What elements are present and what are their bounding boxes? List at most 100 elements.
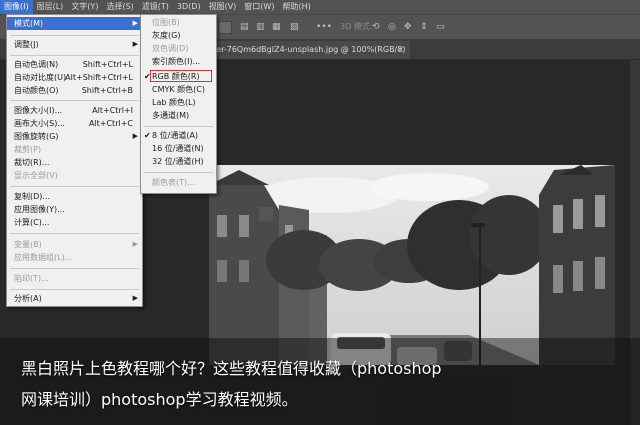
menu-item-analysis[interactable]: 分析(A) ▶ (7, 292, 142, 305)
mode-duotone-label: 双色调(D) (152, 44, 189, 53)
align-middle-icon[interactable]: ▥ (256, 21, 265, 33)
menu-separator (10, 289, 139, 290)
mode-duotone: 双色调(D) (141, 42, 216, 55)
mode-multichannel[interactable]: 多通道(M) (141, 109, 216, 122)
menu-item-auto-contrast-label: 自动对比度(U) (14, 73, 67, 82)
menu-item-auto-color-label: 自动颜色(O) (14, 86, 59, 95)
caption-line-1: 黑白照片上色教程哪个好？这些教程值得收藏（photoshop (21, 359, 442, 378)
mode-16bit[interactable]: 16 位/通道(N) (141, 142, 216, 155)
chevron-right-icon: ▶ (132, 40, 138, 48)
3d-slide-icon[interactable]: ⇕ (420, 21, 428, 33)
menu-select[interactable]: 选择(S) (102, 0, 137, 14)
caption-line-2: 网课培训）photoshop学习教程视频。 (21, 390, 298, 409)
chevron-right-icon: ▶ (132, 294, 138, 302)
mode-8bit[interactable]: ✔ 8 位/通道(A) (141, 129, 216, 142)
3d-rotate-icon[interactable]: ⟲ (372, 21, 380, 33)
align-bottom-icon[interactable]: ▦ (272, 21, 281, 33)
menu-item-crop: 裁剪(P) (7, 143, 142, 156)
shortcut-label: Alt+Ctrl+C (88, 119, 133, 128)
mode-lab-label: Lab 颜色(L) (152, 98, 196, 107)
menu-item-rotation[interactable]: 图像旋转(G) ▶ (7, 130, 142, 143)
mode-indexed[interactable]: 索引颜色(I)... (141, 55, 216, 68)
mode-32bit[interactable]: 32 位/通道(H) (141, 155, 216, 168)
menu-separator (10, 35, 139, 36)
menu-item-image-size[interactable]: 图像大小(I)... Alt+Ctrl+I (7, 104, 142, 117)
mode-multichannel-label: 多通道(M) (152, 111, 190, 120)
align-swatch-icon[interactable] (218, 21, 232, 34)
menu-item-apply-data-set-label: 应用数据组(L)... (14, 253, 73, 262)
mode-grayscale[interactable]: 灰度(G) (141, 29, 216, 42)
menu-item-trap-label: 陷印(T)... (14, 274, 49, 283)
menu-item-image-size-label: 图像大小(I)... (14, 106, 63, 115)
mode-3d-label: 3D 模式: (340, 22, 373, 31)
menu-bar: 图像(I) 图层(L) 文字(Y) 选择(S) 滤镜(T) 3D(D) 视图(V… (0, 0, 640, 14)
3d-pan-icon[interactable]: ✥ (404, 21, 412, 33)
distribute-icon[interactable]: ▧ (290, 21, 299, 33)
menu-filter[interactable]: 滤镜(T) (138, 0, 173, 14)
menu-item-canvas-size[interactable]: 画布大小(S)... Alt+Ctrl+C (7, 117, 142, 130)
mode-cmyk-label: CMYK 颜色(C) (152, 85, 205, 94)
menu-separator (10, 55, 139, 56)
align-top-icon[interactable]: ▤ (240, 21, 249, 33)
shortcut-label: Alt+Ctrl+I (92, 106, 133, 115)
menu-item-mode[interactable]: 模式(M) ▶ (7, 17, 142, 30)
menu-separator (10, 233, 139, 234)
menu-separator (144, 126, 213, 127)
menu-item-variables-label: 变量(B) (14, 240, 42, 249)
chevron-right-icon: ▶ (132, 240, 138, 248)
chevron-right-icon: ▶ (132, 19, 138, 27)
mode-32bit-label: 32 位/通道(H) (152, 157, 204, 166)
mode-color-table: 颜色表(T)... (141, 176, 216, 189)
menu-item-apply-image[interactable]: 应用图像(Y)... (7, 203, 142, 216)
menu-item-analysis-label: 分析(A) (14, 294, 42, 303)
menu-item-mode-label: 模式(M) (14, 19, 44, 28)
menu-type[interactable]: 文字(Y) (67, 0, 102, 14)
menu-layer[interactable]: 图层(L) (33, 0, 68, 14)
menu-item-calculations-label: 计算(C)... (14, 218, 50, 227)
menu-item-trim[interactable]: 裁切(R)... (7, 156, 142, 169)
mode-16bit-label: 16 位/通道(N) (152, 144, 204, 153)
shortcut-label: Shift+Ctrl+B (81, 86, 133, 95)
menu-window[interactable]: 窗口(W) (240, 0, 278, 14)
menu-item-auto-color[interactable]: 自动颜色(O) Shift+Ctrl+B (7, 84, 142, 97)
mode-indexed-label: 索引颜色(I)... (152, 57, 201, 66)
menu-item-duplicate[interactable]: 复制(D)... (7, 190, 142, 203)
menu-item-trap: 陷印(T)... (7, 272, 142, 285)
document-tab-title: nder-76Qm6dBgIZ4-unsplash.jpg @ 100%(RGB… (206, 45, 406, 54)
mode-lab[interactable]: Lab 颜色(L) (141, 96, 216, 109)
3d-scale-icon[interactable]: ▭ (436, 21, 445, 33)
close-icon[interactable]: × (397, 41, 404, 59)
annotation-highlight-box (150, 70, 212, 82)
menu-item-rotation-label: 图像旋转(G) (14, 132, 59, 141)
menu-separator (10, 100, 139, 101)
menu-separator (10, 268, 139, 269)
menu-item-canvas-size-label: 画布大小(S)... (14, 119, 65, 128)
menu-separator (144, 172, 213, 173)
mode-bitmap-label: 位图(B) (152, 18, 180, 27)
document-tab[interactable]: nder-76Qm6dBgIZ4-unsplash.jpg @ 100%(RGB… (196, 41, 410, 59)
menu-item-calculations[interactable]: 计算(C)... (7, 216, 142, 229)
shortcut-label: Alt+Shift+Ctrl+L (65, 73, 133, 82)
more-options-icon[interactable]: ••• (316, 21, 332, 33)
menu-item-apply-data-set: 应用数据组(L)... (7, 251, 142, 264)
menu-3d[interactable]: 3D(D) (173, 0, 205, 14)
menu-item-auto-tone[interactable]: 自动色调(N) Shift+Ctrl+L (7, 58, 142, 71)
3d-roll-icon[interactable]: ◎ (388, 21, 396, 33)
mode-submenu: 位图(B) 灰度(G) 双色调(D) 索引颜色(I)... ✔ RGB 颜色(R… (140, 14, 217, 194)
mode-color-table-label: 颜色表(T)... (152, 178, 195, 187)
menu-item-auto-contrast[interactable]: 自动对比度(U) Alt+Shift+Ctrl+L (7, 71, 142, 84)
menu-item-reveal-all-label: 显示全部(V) (14, 171, 58, 180)
menu-item-crop-label: 裁剪(P) (14, 145, 42, 154)
photo-canvas (209, 165, 615, 365)
shortcut-label: Shift+Ctrl+L (82, 60, 133, 69)
mode-cmyk[interactable]: CMYK 颜色(C) (141, 83, 216, 96)
image-menu-dropdown: 模式(M) ▶ 调整(J) ▶ 自动色调(N) Shift+Ctrl+L 自动对… (6, 14, 143, 307)
menu-item-reveal-all: 显示全部(V) (7, 169, 142, 182)
menu-item-adjust[interactable]: 调整(J) ▶ (7, 38, 142, 51)
menu-item-apply-image-label: 应用图像(Y)... (14, 205, 65, 214)
menu-view[interactable]: 视图(V) (205, 0, 241, 14)
menu-item-variables: 变量(B) ▶ (7, 238, 142, 251)
menu-help[interactable]: 帮助(H) (278, 0, 314, 14)
menu-item-adjust-label: 调整(J) (14, 40, 39, 49)
menu-image[interactable]: 图像(I) (0, 0, 33, 14)
